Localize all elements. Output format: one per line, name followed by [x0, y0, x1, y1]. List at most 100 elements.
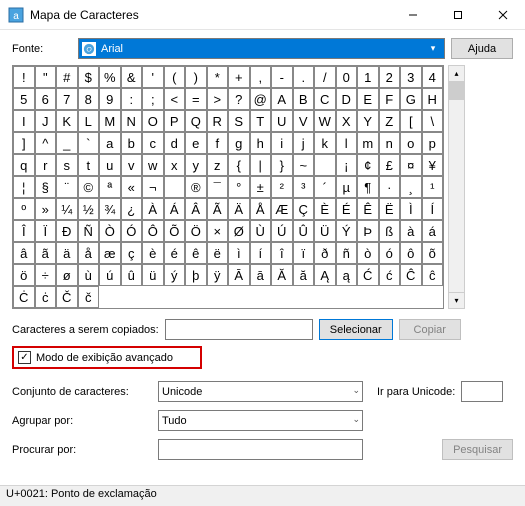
character-cell[interactable]: ö [13, 264, 35, 286]
character-cell[interactable]: p [422, 132, 444, 154]
character-cell[interactable]: | [250, 154, 272, 176]
character-cell[interactable]: ; [142, 88, 164, 110]
advanced-view-checkbox[interactable]: ✓ [18, 351, 31, 364]
character-cell[interactable]: Å [250, 198, 272, 220]
character-cell[interactable]: G [400, 88, 422, 110]
character-cell[interactable]: . [293, 66, 315, 88]
character-cell[interactable]: ý [164, 264, 186, 286]
character-cell[interactable]: B [293, 88, 315, 110]
character-cell[interactable]: E [357, 88, 379, 110]
character-cell[interactable]: Ċ [13, 286, 35, 308]
character-cell[interactable]: - [271, 66, 293, 88]
character-cell[interactable]: m [357, 132, 379, 154]
character-cell[interactable]: & [121, 66, 143, 88]
character-cell[interactable]: ` [78, 132, 100, 154]
character-cell[interactable]: < [164, 88, 186, 110]
charset-dropdown[interactable]: Unicode ⌄ [158, 381, 363, 402]
font-dropdown[interactable]: O Arial ▾ [78, 38, 445, 59]
character-cell[interactable]: ç [121, 242, 143, 264]
character-cell[interactable]: X [336, 110, 358, 132]
character-cell[interactable]: ° [228, 176, 250, 198]
character-cell[interactable]: é [164, 242, 186, 264]
character-cell[interactable]: [ [400, 110, 422, 132]
character-cell[interactable]: ( [164, 66, 186, 88]
character-cell[interactable]: O [142, 110, 164, 132]
character-cell[interactable]: Í [422, 198, 444, 220]
character-cell[interactable]: P [164, 110, 186, 132]
character-cell[interactable]: Þ [357, 220, 379, 242]
character-cell[interactable]: © [78, 176, 100, 198]
character-cell[interactable]: æ [99, 242, 121, 264]
character-cell[interactable]: Æ [271, 198, 293, 220]
character-cell[interactable]: o [400, 132, 422, 154]
character-cell[interactable]: q [13, 154, 35, 176]
character-cell[interactable]: ¯ [207, 176, 229, 198]
character-cell[interactable]: Ì [400, 198, 422, 220]
search-input[interactable] [158, 439, 363, 460]
character-cell[interactable]: : [121, 88, 143, 110]
character-cell[interactable]: ¨ [56, 176, 78, 198]
character-cell[interactable]: R [207, 110, 229, 132]
character-cell[interactable]: v [121, 154, 143, 176]
character-cell[interactable]: H [422, 88, 444, 110]
character-cell[interactable]: ¥ [422, 154, 444, 176]
character-cell[interactable]: ^ [35, 132, 57, 154]
minimize-button[interactable] [390, 0, 435, 30]
character-cell[interactable]: = [185, 88, 207, 110]
character-cell[interactable]: å [78, 242, 100, 264]
character-cell[interactable]: V [293, 110, 315, 132]
character-cell[interactable]: Î [13, 220, 35, 242]
character-cell[interactable] [314, 154, 336, 176]
character-cell[interactable]: ă [293, 264, 315, 286]
character-cell[interactable]: ù [78, 264, 100, 286]
character-cell[interactable]: y [185, 154, 207, 176]
character-cell[interactable]: l [336, 132, 358, 154]
character-cell[interactable]: % [99, 66, 121, 88]
character-cell[interactable]: $ [78, 66, 100, 88]
character-cell[interactable]: \ [422, 110, 444, 132]
character-cell[interactable]: M [99, 110, 121, 132]
character-cell[interactable]: } [271, 154, 293, 176]
character-cell[interactable]: / [314, 66, 336, 88]
character-cell[interactable]: ć [379, 264, 401, 286]
character-cell[interactable]: Ñ [78, 220, 100, 242]
character-cell[interactable]: ê [185, 242, 207, 264]
character-cell[interactable]: ä [56, 242, 78, 264]
character-cell[interactable]: 3 [400, 66, 422, 88]
character-cell[interactable]: ¬ [142, 176, 164, 198]
character-cell[interactable]: Ô [142, 220, 164, 242]
character-cell[interactable]: 4 [422, 66, 444, 88]
scroll-track[interactable] [448, 82, 465, 292]
character-cell[interactable]: Ă [271, 264, 293, 286]
character-cell[interactable]: Ć [357, 264, 379, 286]
character-cell[interactable]: ñ [336, 242, 358, 264]
character-cell[interactable]: t [78, 154, 100, 176]
character-cell[interactable]: ë [207, 242, 229, 264]
character-cell[interactable]: ] [13, 132, 35, 154]
character-cell[interactable]: 6 [35, 88, 57, 110]
character-cell[interactable]: Ü [314, 220, 336, 242]
character-cell[interactable]: A [271, 88, 293, 110]
character-cell[interactable]: 5 [13, 88, 35, 110]
character-cell[interactable]: ò [357, 242, 379, 264]
character-cell[interactable]: Ą [314, 264, 336, 286]
character-cell[interactable]: Ð [56, 220, 78, 242]
character-cell[interactable]: ª [99, 176, 121, 198]
character-cell[interactable]: Ï [35, 220, 57, 242]
select-button[interactable]: Selecionar [319, 319, 393, 340]
character-cell[interactable]: ċ [35, 286, 57, 308]
character-cell[interactable]: ó [379, 242, 401, 264]
character-cell[interactable]: J [35, 110, 57, 132]
character-cell[interactable]: ß [379, 220, 401, 242]
character-cell[interactable]: Ç [293, 198, 315, 220]
character-cell[interactable]: , [250, 66, 272, 88]
character-cell[interactable]: ¡ [336, 154, 358, 176]
character-cell[interactable]: N [121, 110, 143, 132]
character-cell[interactable]: ¿ [121, 198, 143, 220]
character-cell[interactable]: ! [13, 66, 35, 88]
character-cell[interactable]: ? [228, 88, 250, 110]
character-cell[interactable]: a [99, 132, 121, 154]
character-cell[interactable]: ô [400, 242, 422, 264]
character-cell[interactable]: Ó [121, 220, 143, 242]
character-cell[interactable]: Õ [164, 220, 186, 242]
